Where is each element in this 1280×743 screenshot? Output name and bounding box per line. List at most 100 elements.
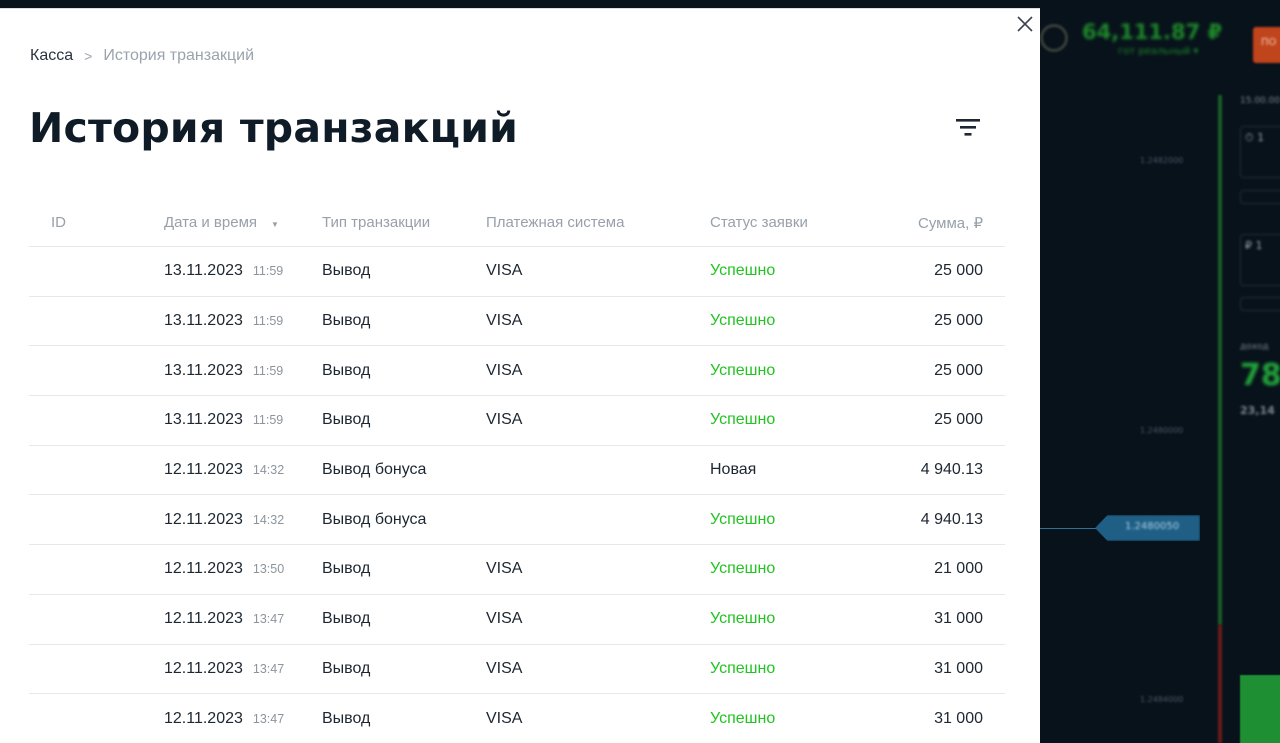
filter-icon[interactable] <box>954 117 982 139</box>
cell-type: Вывод <box>322 361 371 379</box>
cell-status: Успешно <box>710 361 776 379</box>
cell-payment-system: VISA <box>486 709 523 727</box>
price-level: 1.2482000 <box>1140 156 1184 165</box>
cell-time-value: 11:59 <box>252 264 284 279</box>
cell-sum: 25 000 <box>934 411 983 429</box>
current-price-line <box>1040 528 1100 529</box>
cell-sum: 25 000 <box>934 312 983 330</box>
cell-date: 12.11.2023 13:47 <box>164 710 322 728</box>
table-row[interactable]: 12.11.2023 13:47 Вывод VISA Успешно 31 000 <box>29 645 1005 695</box>
buy-button[interactable] <box>1240 675 1280 743</box>
table-header: ID Дата и время ▼ Тип транзакции Платежна… <box>29 199 1005 247</box>
cell-sum: 21 000 <box>934 560 983 578</box>
cell-type: Вывод <box>322 312 371 330</box>
cell-date-value: 12.11.2023 <box>164 610 243 628</box>
cell-status: Успешно <box>710 262 776 280</box>
amount-panel[interactable]: ₽ 1 <box>1240 234 1280 286</box>
panel-label: 15.00.00 <box>1240 96 1280 106</box>
cell-status: Успешно <box>710 560 776 578</box>
cell-sum: 25 000 <box>934 361 983 379</box>
table-row[interactable]: 12.11.2023 13:47 Вывод VISA Успешно 31 000 <box>29 694 1005 743</box>
table-row[interactable]: 13.11.2023 11:59 Вывод VISA Успешно 25 000 <box>29 396 1005 446</box>
chart-bar-up <box>1218 95 1222 625</box>
time-panel[interactable]: ⏱ 1 <box>1240 126 1280 178</box>
table-row[interactable]: 12.11.2023 14:32 Вывод бонуса Успешно 4 940.… <box>29 495 1005 546</box>
payout-percent: 78 <box>1240 358 1280 393</box>
cell-payment-system: VISA <box>486 312 523 330</box>
cell-payment-system: VISA <box>486 610 523 628</box>
cell-type: Вывод <box>322 659 371 677</box>
cell-date-value: 12.11.2023 <box>164 709 243 727</box>
cell-type: Вывод <box>322 709 371 727</box>
column-header-sum: Сумма, ₽ <box>917 214 983 232</box>
cell-time-value: 14:32 <box>252 463 285 478</box>
time-stepper[interactable] <box>1240 190 1280 204</box>
cell-sum: 4 940.13 <box>920 461 983 479</box>
table-row[interactable]: 13.11.2023 11:59 Вывод VISA Успешно 25 000 <box>29 346 1005 397</box>
cell-date: 12.11.2023 13:47 <box>164 610 322 628</box>
column-header-id: ID <box>51 214 66 231</box>
cell-sum: 25 000 <box>934 262 983 280</box>
cell-sum: 31 000 <box>934 610 983 628</box>
table-row[interactable]: 13.11.2023 11:59 Вывод VISA Успешно 25 000 <box>29 297 1005 347</box>
cell-date-value: 12.11.2023 <box>164 560 243 578</box>
amount-stepper[interactable] <box>1240 297 1280 311</box>
cell-status: Успешно <box>710 610 776 628</box>
breadcrumb-current: История транзакций <box>103 47 255 64</box>
sort-arrow-icon: ▼ <box>271 220 279 229</box>
cell-time-value: 11:59 <box>252 413 284 428</box>
cell-time-value: 13:47 <box>252 661 285 676</box>
cell-date: 13.11.2023 11:59 <box>164 362 322 380</box>
cell-payment-system: VISA <box>486 411 523 429</box>
deposit-button[interactable]: ПО <box>1253 27 1280 63</box>
payout-amount: 23,14 <box>1240 404 1275 417</box>
column-header-date[interactable]: Дата и время ▼ <box>164 214 322 231</box>
cell-sum: 4 940.13 <box>920 510 983 528</box>
cell-time-value: 11:59 <box>252 314 284 329</box>
cell-date: 13.11.2023 11:59 <box>164 312 322 330</box>
cell-status: Успешно <box>710 312 776 330</box>
cell-status: Успешно <box>710 709 776 727</box>
cell-sum: 31 000 <box>934 709 983 727</box>
cell-date-value: 12.11.2023 <box>164 510 243 528</box>
cell-date-value: 13.11.2023 <box>164 411 243 429</box>
cell-date: 12.11.2023 13:50 <box>164 560 322 578</box>
cell-date-value: 12.11.2023 <box>164 659 243 677</box>
table-row[interactable]: 12.11.2023 14:32 Вывод бонуса Новая 4 940.13 <box>29 446 1005 496</box>
cell-type: Вывод <box>322 411 371 429</box>
cell-date: 12.11.2023 14:32 <box>164 511 322 529</box>
account-balance: 64,111.87 ₽ <box>1082 20 1223 44</box>
cell-date: 13.11.2023 11:59 <box>164 411 322 429</box>
cell-type: Вывод <box>322 610 371 628</box>
table-row[interactable]: 13.11.2023 11:59 Вывод VISA Успешно 25 000 <box>29 247 1005 297</box>
price-level: 1.2480000 <box>1140 426 1184 435</box>
column-header-status: Статус заявки <box>710 214 808 231</box>
column-header-payment-system: Платежная система <box>486 214 625 231</box>
cell-status: Новая <box>710 461 757 479</box>
coin-icon <box>1040 24 1068 52</box>
chart-bar-down <box>1218 625 1222 743</box>
cell-sum: 31 000 <box>934 659 983 677</box>
cell-type: Вывод бонуса <box>322 461 427 479</box>
cell-payment-system: VISA <box>486 659 523 677</box>
cell-time-value: 11:59 <box>252 363 284 378</box>
cell-date-value: 13.11.2023 <box>164 262 243 280</box>
table-row[interactable]: 12.11.2023 13:47 Вывод VISA Успешно 31 000 <box>29 595 1005 645</box>
column-header-type: Тип транзакции <box>322 214 431 231</box>
breadcrumb-cashier-link[interactable]: Касса <box>30 47 73 65</box>
close-icon[interactable] <box>1015 14 1035 34</box>
account-type-selector[interactable]: гот реальный ▾ <box>1118 46 1198 57</box>
cell-type: Вывод <box>322 262 371 280</box>
transactions-table: ID Дата и время ▼ Тип транзакции Платежна… <box>29 199 1005 743</box>
payout-label: доход <box>1240 342 1269 352</box>
cell-time-value: 14:32 <box>252 512 285 527</box>
cell-status: Успешно <box>710 659 776 677</box>
cell-payment-system: VISA <box>486 560 523 578</box>
transaction-history-modal: Касса > История транзакций История транз… <box>0 8 1040 743</box>
cell-date-value: 13.11.2023 <box>164 312 243 330</box>
cell-payment-system: VISA <box>486 361 523 379</box>
table-row[interactable]: 12.11.2023 13:50 Вывод VISA Успешно 21 000 <box>29 545 1005 595</box>
cell-status: Успешно <box>710 411 776 429</box>
column-header-date-label: Дата и время <box>164 214 258 231</box>
cell-date: 12.11.2023 13:47 <box>164 660 322 678</box>
